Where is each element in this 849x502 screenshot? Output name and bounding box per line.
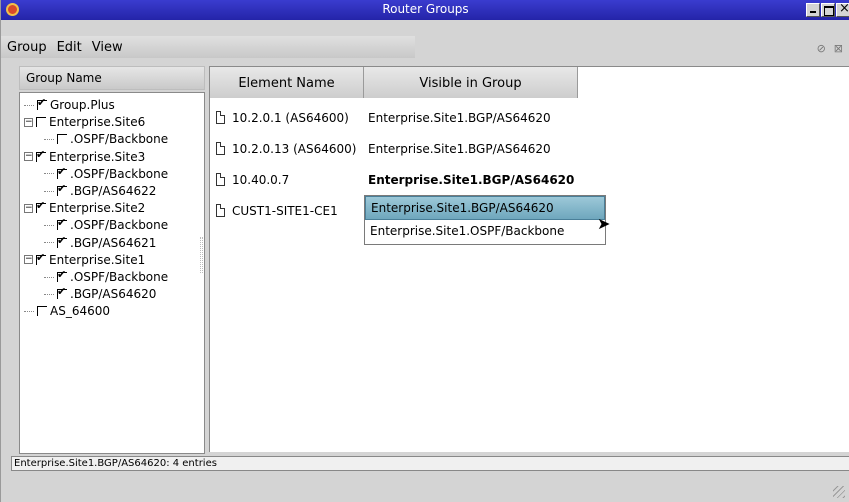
collapse-toggle-icon[interactable]: − [24,117,33,127]
group-select-dropdown[interactable]: Enterprise.Site1.BGP/AS64620 Enterprise.… [364,195,606,245]
minimize-icon[interactable] [806,3,820,17]
tree-checkbox[interactable] [36,251,46,265]
table-row[interactable]: 10.2.0.1 (AS64600) Enterprise.Site1.BGP/A… [210,102,849,133]
tree-node-label: .OSPF/Backbone [70,218,169,233]
tree-checkbox[interactable] [57,285,67,300]
tree-checkbox[interactable] [57,182,67,196]
tree-checkbox[interactable] [37,306,47,317]
toolbar-spacer [1,20,849,36]
tree-node-label: .BGP/AS64620 [70,287,157,302]
tree-node[interactable]: Group.Plus [24,96,115,113]
tree-node-label: Group.Plus [50,98,115,112]
document-icon [216,204,225,217]
element-name-cell: 10.2.0.13 (AS64600) [232,141,357,156]
tree-node[interactable]: .BGP/AS64620 [44,285,157,302]
tree-branch-line [44,242,54,244]
tree-node[interactable]: − Enterprise.Site2 [24,199,146,216]
visible-in-group-cell[interactable]: Enterprise.Site1.BGP/AS64620 [368,173,574,187]
collapse-toggle-icon[interactable]: − [24,203,33,213]
mouse-pointer-icon: ➤ [597,214,611,233]
element-name-cell: CUST1-SITE1-CE1 [232,203,338,218]
tree-checkbox[interactable] [36,148,46,162]
tree-node[interactable]: − Enterprise.Site1 [24,251,146,268]
elements-table: Element Name Visible in Group 10.2.0.1 (… [209,66,849,452]
window-title: Router Groups [382,2,469,16]
tree-node-label: Enterprise.Site6 [49,115,146,130]
tree-branch-line [44,293,54,295]
tree-node[interactable]: − Enterprise.Site3 [24,148,146,165]
tree-branch-line [44,224,54,226]
menu-view[interactable]: View [92,40,123,55]
table-row[interactable]: 10.40.0.7 Enterprise.Site1.BGP/AS64620 [210,164,849,195]
detach-icon[interactable]: ⊘ [817,42,826,55]
tree-node[interactable]: .OSPF/Backbone [44,268,169,285]
tree-node[interactable]: .BGP/AS64621 [44,234,157,251]
collapse-toggle-icon[interactable]: − [24,255,33,265]
tree-node[interactable]: .BGP/AS64622 [44,182,157,199]
tree-checkbox[interactable] [37,96,47,110]
tree-branch-line [44,276,54,278]
visible-in-group-cell[interactable]: Enterprise.Site1.BGP/AS64620 [368,111,551,125]
tree-node-label: AS_64600 [50,304,110,319]
tree-node-label: .OSPF/Backbone [70,166,169,181]
tree-checkbox[interactable] [57,268,67,282]
tree-branch-line [44,190,54,192]
tree-node[interactable]: .OSPF/Backbone [44,131,168,147]
tree-node-label: .BGP/AS64622 [70,184,157,198]
tree-checkbox[interactable] [36,199,46,214]
tree-branch-line [44,138,54,140]
title-bar[interactable]: Router Groups [1,0,849,20]
group-name-header[interactable]: Group Name [19,66,205,90]
tree-node-label: Enterprise.Site3 [49,149,146,164]
router-groups-window: Router Groups Group Edit View ⊘ ⊠ Group … [0,0,849,502]
tree-node[interactable]: .OSPF/Backbone [44,165,169,182]
tree-branch-line [24,104,34,106]
tree-node[interactable]: .OSPF/Backbone [44,216,169,233]
column-header-element-name[interactable]: Element Name [210,67,364,98]
tree-node-label: Enterprise.Site1 [49,252,146,267]
dropdown-option[interactable]: Enterprise.Site1.OSPF/Backbone [365,220,605,244]
resize-grip-icon[interactable] [833,486,845,498]
tree-checkbox[interactable] [57,216,67,231]
tree-node[interactable]: AS_64600 [24,303,110,319]
element-name-cell: 10.40.0.7 [232,172,290,187]
element-name-cell: 10.2.0.1 (AS64600) [232,110,349,125]
tree-branch-line [44,173,54,175]
tree-node[interactable]: − Enterprise.Site6 [24,114,145,130]
column-header-visible-in-group[interactable]: Visible in Group [364,67,578,98]
tree-branch-line [24,310,34,312]
left-border-strip [11,66,19,454]
panel-close-icon[interactable]: ⊠ [834,42,843,55]
window-controls [806,1,849,17]
tree-checkbox[interactable] [57,234,67,248]
menu-edit[interactable]: Edit [57,40,82,55]
pane-splitter-handle[interactable] [200,237,203,273]
tree-node-label: .OSPF/Backbone [70,270,169,284]
visible-in-group-cell[interactable]: Enterprise.Site1.BGP/AS64620 [368,142,551,156]
status-bar: Enterprise.Site1.BGP/AS64620: 4 entries [11,456,849,471]
dropdown-option-selected[interactable]: Enterprise.Site1.BGP/AS64620 [365,196,605,220]
tree-node-label: .BGP/AS64621 [70,235,157,250]
document-icon [216,173,225,186]
tree-node-label: Enterprise.Site2 [49,201,146,216]
tree-checkbox[interactable] [57,165,67,179]
menu-bar-filler [415,36,849,58]
document-icon [216,142,225,155]
maximize-icon[interactable] [821,3,835,17]
document-icon [216,111,225,124]
tree-checkbox[interactable] [57,134,67,145]
group-tree[interactable]: Group.Plus − Enterprise.Site6 .OSPF/Backbon… [19,92,205,454]
tree-node-label: .OSPF/Backbone [70,132,169,147]
tree-checkbox[interactable] [36,117,46,128]
panel-controls: ⊘ ⊠ [817,42,843,55]
close-icon[interactable] [836,1,849,17]
collapse-toggle-icon[interactable]: − [24,152,33,162]
table-row[interactable]: 10.2.0.13 (AS64600) Enterprise.Site1.BGP/… [210,133,849,164]
menu-bar: Group Edit View [1,36,415,58]
menu-group[interactable]: Group [7,40,47,55]
